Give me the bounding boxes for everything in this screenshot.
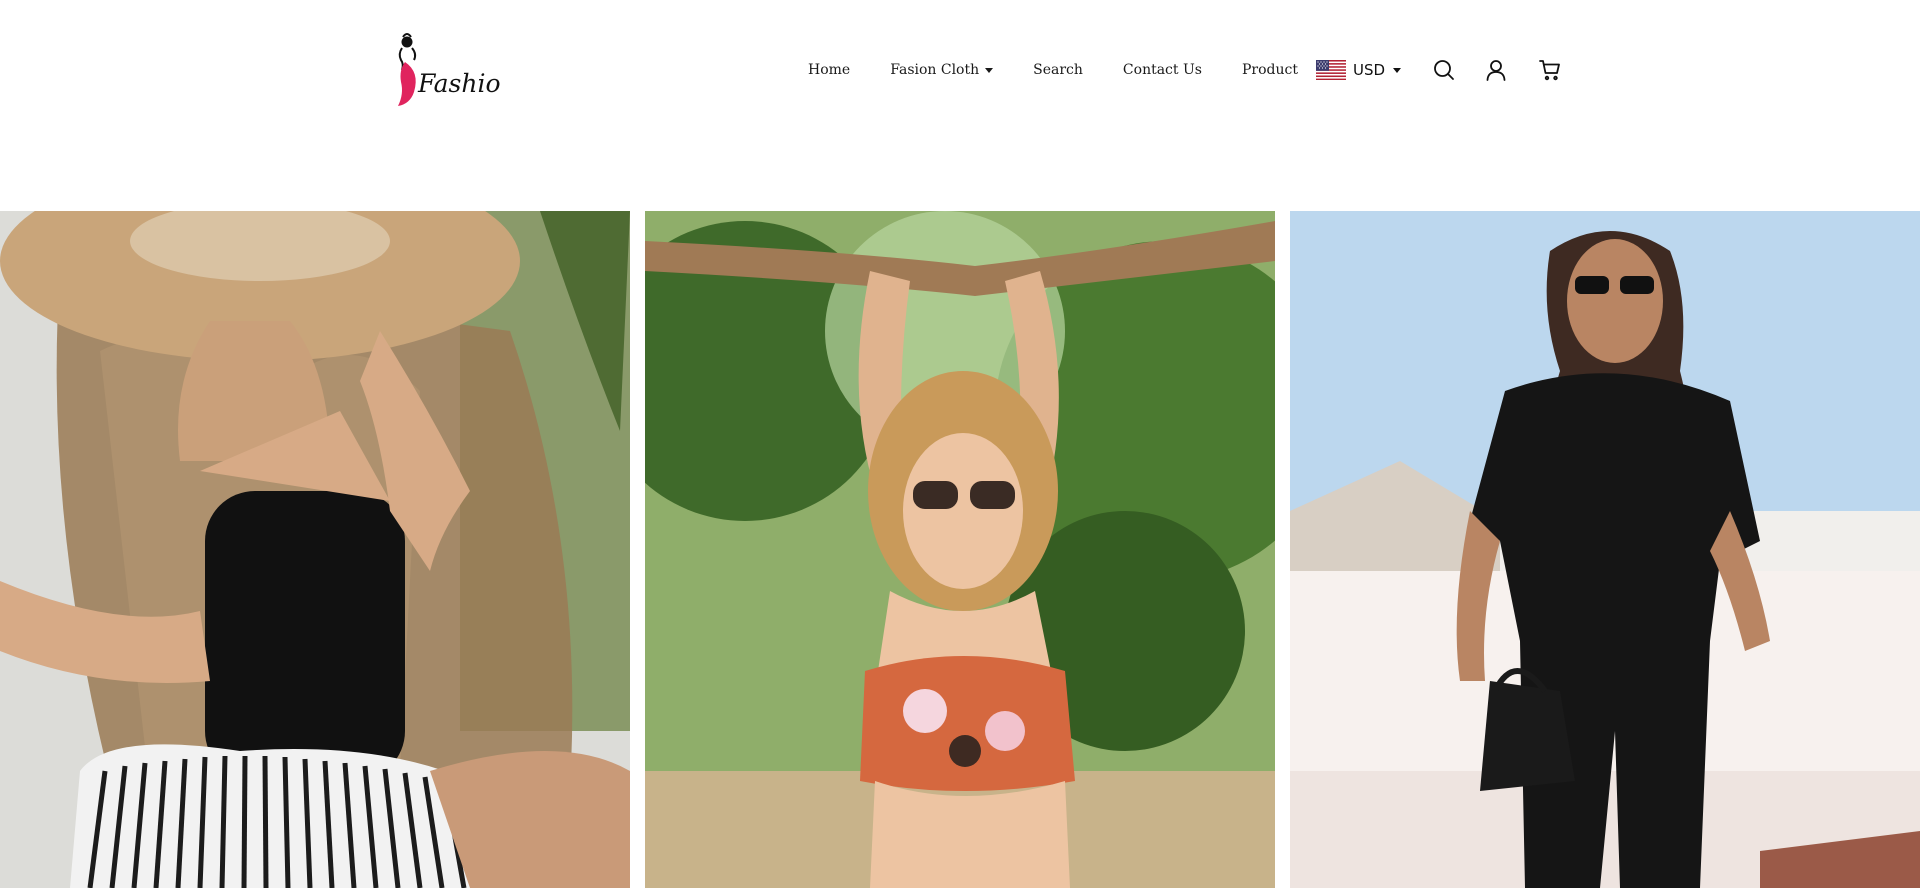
currency-label: USD xyxy=(1353,61,1386,79)
nav-item-search[interactable]: Search xyxy=(1033,62,1083,78)
nav-item-label: Home xyxy=(808,62,851,78)
main-nav: Home Fasion Cloth Search Contact Us Prod… xyxy=(808,56,1338,84)
nav-item-product[interactable]: Product xyxy=(1242,62,1298,78)
account-icon[interactable] xyxy=(1484,58,1508,82)
hero-image-3[interactable] xyxy=(1290,211,1920,888)
brand-logo[interactable]: Fashion xyxy=(390,32,500,108)
hero-image-2[interactable] xyxy=(645,211,1275,888)
nav-item-label: Contact Us xyxy=(1122,62,1202,78)
nav-item-label: Fasion Cloth xyxy=(890,62,980,78)
nav-item-contact-us[interactable]: Contact Us xyxy=(1123,62,1202,78)
nav-item-home[interactable]: Home xyxy=(808,62,850,78)
search-icon[interactable] xyxy=(1432,58,1456,82)
nav-item-fasion-cloth[interactable]: Fasion Cloth xyxy=(890,62,994,78)
site-header: Fashion Home Fasion Cloth Search Contact… xyxy=(0,0,1920,140)
caret-down-icon xyxy=(1393,67,1402,73)
hero-banner xyxy=(0,211,1920,888)
caret-down-icon xyxy=(985,67,994,73)
cart-icon[interactable] xyxy=(1538,58,1562,82)
hero-image-1[interactable] xyxy=(0,211,630,888)
currency-selector[interactable]: USD xyxy=(1316,56,1402,84)
us-flag-icon xyxy=(1316,60,1346,80)
svg-text:Fashion: Fashion xyxy=(417,69,500,98)
nav-item-label: Product xyxy=(1241,62,1298,78)
nav-item-label: Search xyxy=(1033,62,1083,78)
